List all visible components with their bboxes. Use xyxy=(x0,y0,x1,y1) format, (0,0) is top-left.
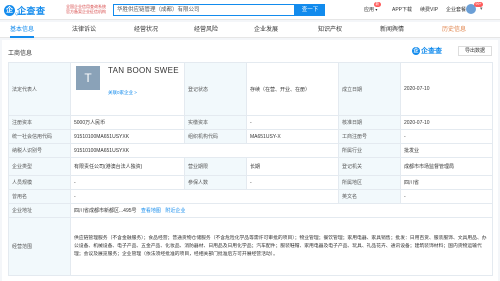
tax-id-label: 纳税人识别号 xyxy=(8,143,71,158)
address-value: 四川省成都市新都区...495号 xyxy=(74,208,137,214)
logo-mark-icon: 企 xyxy=(4,4,15,16)
company-type-label: 企业类型 xyxy=(8,157,71,176)
status-label: 登记状态 xyxy=(184,62,247,116)
tab-risk[interactable]: 经营风险 xyxy=(194,22,218,38)
scope-label: 经营范围 xyxy=(8,217,71,276)
status-value: 存续（在营、开业、在册） xyxy=(246,62,339,116)
business-info-table: 法定代表人 T TAN BOON SWEE 关联0家企业 > 登记状态 存续（在… xyxy=(8,62,493,276)
legal-rep-cell: T TAN BOON SWEE 关联0家企业 > xyxy=(70,62,185,116)
tab-basic-info[interactable]: 基本信息 xyxy=(10,22,35,38)
region-value: 四川省 xyxy=(400,175,493,190)
authority-label: 登记机关 xyxy=(338,157,401,176)
insured-count-value: - xyxy=(246,175,339,190)
logo-mark-icon: 企 xyxy=(412,47,420,56)
search-button[interactable]: 查一下 xyxy=(295,4,325,16)
logo-domain: Qcc.com xyxy=(15,11,31,16)
panel-watermark-logo: 企企查查 xyxy=(412,47,442,56)
company-type-value: 有限责任公司(港澳台法人独资) xyxy=(70,157,185,176)
top-bar: 企 企查查 Qcc.com 全国企业信用查询系统 官方备案企业征信机构 华胜供应… xyxy=(0,0,500,20)
address-cell: 四川省成都市新都区...495号 查看地图 附近企业 xyxy=(70,203,493,218)
insured-count-label: 参保人数 xyxy=(184,175,247,190)
legal-rep-related-link[interactable]: 关联0家企业 > xyxy=(108,90,137,96)
found-date-label: 成立日期 xyxy=(338,62,401,116)
industry-value: 批发业 xyxy=(400,143,493,158)
legal-rep-label: 法定代表人 xyxy=(8,62,71,116)
table-row: 企业类型 有限责任公司(港澳台法人独资) 营业期限 长期 登记机关 成都市市场监… xyxy=(8,157,493,176)
official-notice: 全国企业信用查询系统 官方备案企业征信机构 xyxy=(66,4,106,14)
credit-code-value: 91510100MA651USYXK xyxy=(70,129,185,144)
table-row: 曾用名 - 英文名 - xyxy=(8,189,493,204)
brand-logo[interactable]: 企 企查查 xyxy=(4,2,64,18)
address-label: 企业地址 xyxy=(8,203,71,218)
table-row: 经营范围 供应链管理服务（不含金融服务）；食品经营；普通货物仓储服务（不含危险化… xyxy=(8,217,493,276)
table-row: 纳税人识别号 91510100MA651USYXK 所属行业 批发业 xyxy=(8,143,493,158)
table-row: 法定代表人 T TAN BOON SWEE 关联0家企业 > 登记状态 存续（在… xyxy=(8,62,493,116)
chevron-down-icon: ▾ xyxy=(375,7,378,12)
tab-ip[interactable]: 知识产权 xyxy=(318,22,342,38)
capital-value: 5000万人民币 xyxy=(70,115,185,130)
tab-history[interactable]: 历史信息 xyxy=(442,22,466,38)
reg-number-label: 工商注册号 xyxy=(338,129,401,144)
term-value: 长期 xyxy=(246,157,339,176)
approve-date-value: 2020-07-10 xyxy=(400,115,493,130)
staff-size-label: 人员规模 xyxy=(8,175,71,190)
region-label: 所属地区 xyxy=(338,175,401,190)
industry-label: 所属行业 xyxy=(338,143,401,158)
org-code-value: MA651USY-X xyxy=(246,129,339,144)
tab-operation[interactable]: 经营状况 xyxy=(134,22,158,38)
nav-app-download[interactable]: APP下载 xyxy=(392,6,412,13)
view-map-link[interactable]: 查看地图 xyxy=(141,208,161,214)
credit-code-label: 统一社会信用代码 xyxy=(8,129,71,144)
scope-value: 供应链管理服务（不含金融服务）；食品经营；普通货物仓储服务（不含危险化学品等需许… xyxy=(70,217,493,276)
term-label: 营业期限 xyxy=(184,157,247,176)
former-name-label: 曾用名 xyxy=(8,189,71,204)
panel-title: 工商信息 xyxy=(8,51,33,57)
business-info-panel: 工商信息 企企查查 导出数据 法定代表人 T TAN BOON SWEE 关联0… xyxy=(2,40,498,281)
export-button[interactable]: 导出数据 xyxy=(458,46,492,56)
former-name-value: - xyxy=(70,189,339,204)
authority-value: 成都市市场监督管理局 xyxy=(400,157,493,176)
paid-capital-label: 实缴资本 xyxy=(184,115,247,130)
search-input[interactable]: 华胜供应链管理（成都）有限公司 xyxy=(113,4,295,16)
legal-rep-avatar: T xyxy=(76,66,100,90)
table-row: 企业地址 四川省成都市新都区...495号 查看地图 附近企业 xyxy=(8,203,493,218)
capital-label: 注册资本 xyxy=(8,115,71,130)
tab-development[interactable]: 企业发展 xyxy=(254,22,278,38)
nav-vip-renew[interactable]: 续费VIP xyxy=(420,6,438,13)
nav-apps[interactable]: 应用 ▾ xyxy=(364,6,377,13)
nav-enterprise-plan[interactable]: 企业套餐 xyxy=(446,6,466,13)
tab-news[interactable]: 新闻舆情 xyxy=(380,22,404,38)
reg-number-value: - xyxy=(400,129,493,144)
english-name-label: 英文名 xyxy=(338,189,401,204)
table-row: 统一社会信用代码 91510100MA651USYXK 组织机构代码 MA651… xyxy=(8,129,493,144)
nearby-companies-link[interactable]: 附近企业 xyxy=(165,208,185,214)
table-row: 注册资本 5000万人民币 实缴资本 - 核准日期 2020-07-10 xyxy=(8,115,493,130)
chevron-down-icon[interactable]: ▾ xyxy=(480,6,483,12)
section-tabs: 基本信息 法律诉讼 经营状况 经营风险 企业发展 知识产权 新闻舆情 历史信息 xyxy=(0,22,500,38)
org-code-label: 组织机构代码 xyxy=(184,129,247,144)
apps-new-badge: 新 xyxy=(374,2,381,7)
tab-legal[interactable]: 法律诉讼 xyxy=(72,22,96,38)
paid-capital-value: - xyxy=(246,115,339,130)
legal-rep-name[interactable]: TAN BOON SWEE xyxy=(108,66,184,76)
english-name-value: - xyxy=(400,189,493,204)
approve-date-label: 核准日期 xyxy=(338,115,401,130)
table-row: 人员规模 - 参保人数 - 所属地区 四川省 xyxy=(8,175,493,190)
found-date-value: 2020-07-10 xyxy=(400,62,493,116)
tax-id-value: 91510100MA651USYXK xyxy=(70,143,339,158)
staff-size-value: - xyxy=(70,175,185,190)
